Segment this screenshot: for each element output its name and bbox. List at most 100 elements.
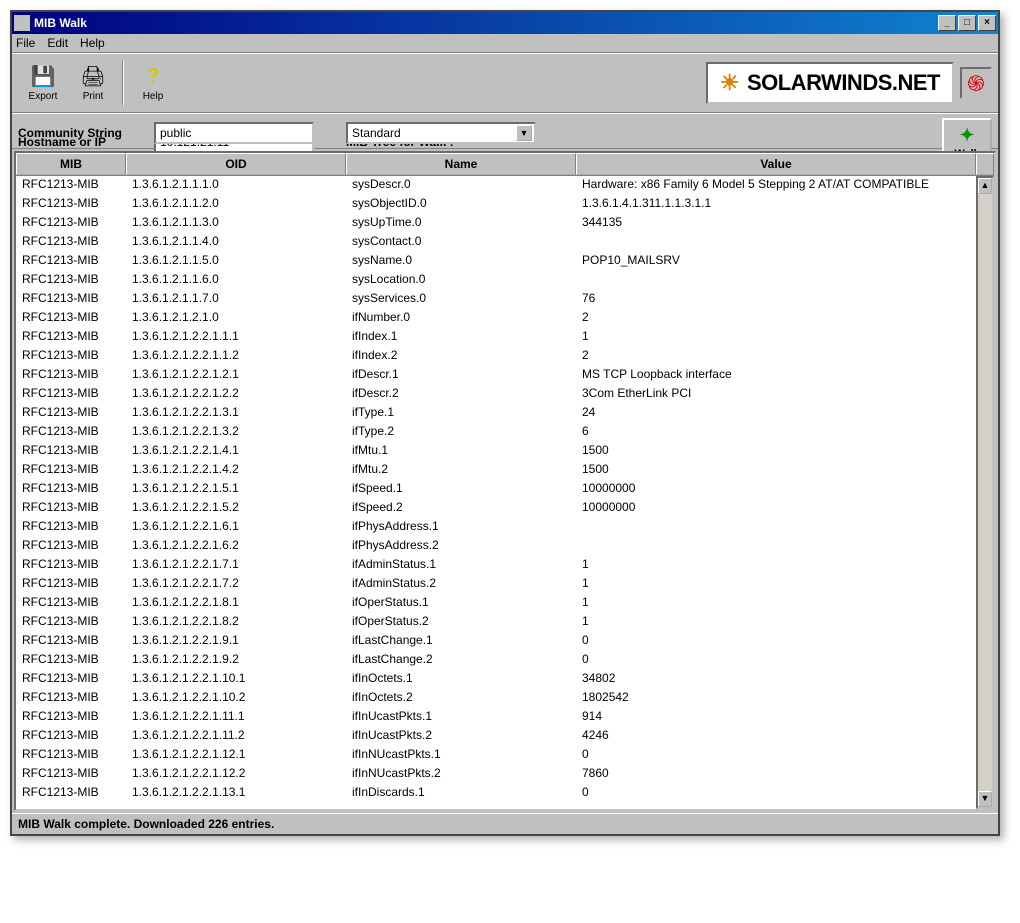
table-row[interactable]: RFC1213-MIB1.3.6.1.2.1.2.2.1.3.1ifType.1… bbox=[16, 404, 976, 423]
cell-value: 2 bbox=[576, 309, 976, 328]
table-row[interactable]: RFC1213-MIB1.3.6.1.2.1.2.2.1.13.1ifInDis… bbox=[16, 784, 976, 803]
table-row[interactable]: RFC1213-MIB1.3.6.1.2.1.2.2.1.12.1ifInNUc… bbox=[16, 746, 976, 765]
menu-edit[interactable]: Edit bbox=[47, 36, 68, 50]
table-row[interactable]: RFC1213-MIB1.3.6.1.2.1.2.2.1.3.2ifType.2… bbox=[16, 423, 976, 442]
table-row[interactable]: RFC1213-MIB1.3.6.1.2.1.1.4.0sysContact.0 bbox=[16, 233, 976, 252]
cell-mib: RFC1213-MIB bbox=[16, 575, 126, 594]
table-row[interactable]: RFC1213-MIB1.3.6.1.2.1.1.2.0sysObjectID.… bbox=[16, 195, 976, 214]
cell-mib: RFC1213-MIB bbox=[16, 290, 126, 309]
cell-oid: 1.3.6.1.2.1.1.4.0 bbox=[126, 233, 346, 252]
print-button[interactable]: 🖨 Print bbox=[68, 59, 118, 107]
export-button[interactable]: 💾 Export bbox=[18, 59, 68, 107]
table-row[interactable]: RFC1213-MIB1.3.6.1.2.1.2.2.1.8.1ifOperSt… bbox=[16, 594, 976, 613]
table-row[interactable]: RFC1213-MIB1.3.6.1.2.1.1.6.0sysLocation.… bbox=[16, 271, 976, 290]
table-row[interactable]: RFC1213-MIB1.3.6.1.2.1.2.2.1.10.2ifInOct… bbox=[16, 689, 976, 708]
help-button[interactable]: ? Help bbox=[128, 59, 178, 107]
cell-name: sysDescr.0 bbox=[346, 176, 576, 195]
cell-oid: 1.3.6.1.2.1.2.2.1.1.1 bbox=[126, 328, 346, 347]
scroll-up-icon[interactable]: ▲ bbox=[978, 178, 992, 194]
menu-help[interactable]: Help bbox=[80, 36, 105, 50]
help-icon: ? bbox=[141, 65, 165, 89]
cell-value bbox=[576, 537, 976, 556]
cell-name: sysName.0 bbox=[346, 252, 576, 271]
cell-oid: 1.3.6.1.2.1.2.2.1.12.2 bbox=[126, 765, 346, 784]
cell-value: 1.3.6.1.4.1.311.1.1.3.1.1 bbox=[576, 195, 976, 214]
cell-name: ifInUcastPkts.2 bbox=[346, 727, 576, 746]
cell-name: ifNumber.0 bbox=[346, 309, 576, 328]
brand-badge[interactable]: ֍ bbox=[960, 67, 992, 99]
table-row[interactable]: RFC1213-MIB1.3.6.1.2.1.2.2.1.1.2ifIndex.… bbox=[16, 347, 976, 366]
cell-oid: 1.3.6.1.2.1.2.2.1.2.2 bbox=[126, 385, 346, 404]
col-header-value[interactable]: Value bbox=[576, 153, 976, 175]
table-row[interactable]: RFC1213-MIB1.3.6.1.2.1.1.3.0sysUpTime.03… bbox=[16, 214, 976, 233]
cell-oid: 1.3.6.1.2.1.2.2.1.8.1 bbox=[126, 594, 346, 613]
table-row[interactable]: RFC1213-MIB1.3.6.1.2.1.2.2.1.10.1ifInOct… bbox=[16, 670, 976, 689]
table-row[interactable]: RFC1213-MIB1.3.6.1.2.1.1.1.0sysDescr.0Ha… bbox=[16, 176, 976, 195]
cell-value: 1 bbox=[576, 594, 976, 613]
cell-mib: RFC1213-MIB bbox=[16, 784, 126, 803]
cell-value: 344135 bbox=[576, 214, 976, 233]
mibtree-combo[interactable]: Standard ▼ bbox=[346, 122, 536, 144]
scroll-down-icon[interactable]: ▼ bbox=[978, 791, 992, 807]
cell-name: ifType.1 bbox=[346, 404, 576, 423]
cell-value: 1 bbox=[576, 328, 976, 347]
cell-mib: RFC1213-MIB bbox=[16, 271, 126, 290]
cell-value: 76 bbox=[576, 290, 976, 309]
table-row[interactable]: RFC1213-MIB1.3.6.1.2.1.2.2.1.6.1ifPhysAd… bbox=[16, 518, 976, 537]
table-row[interactable]: RFC1213-MIB1.3.6.1.2.1.2.2.1.7.2ifAdminS… bbox=[16, 575, 976, 594]
cell-mib: RFC1213-MIB bbox=[16, 423, 126, 442]
cell-oid: 1.3.6.1.2.1.1.3.0 bbox=[126, 214, 346, 233]
col-header-mib[interactable]: MIB bbox=[16, 153, 126, 175]
cell-name: sysLocation.0 bbox=[346, 271, 576, 290]
table-row[interactable]: RFC1213-MIB1.3.6.1.2.1.2.2.1.11.2ifInUca… bbox=[16, 727, 976, 746]
col-header-oid[interactable]: OID bbox=[126, 153, 346, 175]
cell-mib: RFC1213-MIB bbox=[16, 689, 126, 708]
close-button[interactable]: × bbox=[978, 15, 996, 31]
cell-mib: RFC1213-MIB bbox=[16, 613, 126, 632]
table-row[interactable]: RFC1213-MIB1.3.6.1.2.1.2.2.1.11.1ifInUca… bbox=[16, 708, 976, 727]
brand-logo[interactable]: ☀ SOLARWINDS.NET bbox=[706, 62, 954, 104]
cell-name: ifDescr.1 bbox=[346, 366, 576, 385]
grid-container: MIB OID Name Value RFC1213-MIB1.3.6.1.2.… bbox=[12, 148, 998, 813]
table-row[interactable]: RFC1213-MIB1.3.6.1.2.1.2.2.1.8.2ifOperSt… bbox=[16, 613, 976, 632]
vertical-scrollbar[interactable]: ▲ ▼ bbox=[976, 176, 994, 809]
brand-text: SOLARWINDS.NET bbox=[747, 70, 940, 96]
table-row[interactable]: RFC1213-MIB1.3.6.1.2.1.2.2.1.5.2ifSpeed.… bbox=[16, 499, 976, 518]
cell-mib: RFC1213-MIB bbox=[16, 537, 126, 556]
cell-value bbox=[576, 271, 976, 290]
maximize-button[interactable]: □ bbox=[958, 15, 976, 31]
table-row[interactable]: RFC1213-MIB1.3.6.1.2.1.2.2.1.9.2ifLastCh… bbox=[16, 651, 976, 670]
table-row[interactable]: RFC1213-MIB1.3.6.1.2.1.2.2.1.6.2ifPhysAd… bbox=[16, 537, 976, 556]
table-row[interactable]: RFC1213-MIB1.3.6.1.2.1.2.2.1.12.2ifInNUc… bbox=[16, 765, 976, 784]
col-header-name[interactable]: Name bbox=[346, 153, 576, 175]
table-row[interactable]: RFC1213-MIB1.3.6.1.2.1.2.2.1.7.1ifAdminS… bbox=[16, 556, 976, 575]
table-row[interactable]: RFC1213-MIB1.3.6.1.2.1.2.2.1.5.1ifSpeed.… bbox=[16, 480, 976, 499]
cell-name: ifLastChange.2 bbox=[346, 651, 576, 670]
menu-file[interactable]: File bbox=[16, 36, 35, 50]
table-row[interactable]: RFC1213-MIB1.3.6.1.2.1.1.7.0sysServices.… bbox=[16, 290, 976, 309]
table-row[interactable]: RFC1213-MIB1.3.6.1.2.1.2.2.1.1.1ifIndex.… bbox=[16, 328, 976, 347]
toolbar: 💾 Export 🖨 Print ? Help ☀ SOLARWINDS.NET… bbox=[12, 53, 998, 113]
cell-oid: 1.3.6.1.2.1.2.2.1.11.1 bbox=[126, 708, 346, 727]
cell-oid: 1.3.6.1.2.1.2.2.1.9.1 bbox=[126, 632, 346, 651]
table-row[interactable]: RFC1213-MIB1.3.6.1.2.1.2.2.1.4.2ifMtu.21… bbox=[16, 461, 976, 480]
table-row[interactable]: RFC1213-MIB1.3.6.1.2.1.2.2.1.2.1ifDescr.… bbox=[16, 366, 976, 385]
minimize-button[interactable]: _ bbox=[938, 15, 956, 31]
cell-value: 0 bbox=[576, 632, 976, 651]
table-row[interactable]: RFC1213-MIB1.3.6.1.2.1.1.5.0sysName.0POP… bbox=[16, 252, 976, 271]
cell-value bbox=[576, 233, 976, 252]
cell-oid: 1.3.6.1.2.1.2.2.1.6.2 bbox=[126, 537, 346, 556]
table-row[interactable]: RFC1213-MIB1.3.6.1.2.1.2.2.1.2.2ifDescr.… bbox=[16, 385, 976, 404]
table-row[interactable]: RFC1213-MIB1.3.6.1.2.1.2.1.0ifNumber.02 bbox=[16, 309, 976, 328]
cell-name: ifIndex.2 bbox=[346, 347, 576, 366]
table-row[interactable]: RFC1213-MIB1.3.6.1.2.1.2.2.1.4.1ifMtu.11… bbox=[16, 442, 976, 461]
table-row[interactable]: RFC1213-MIB1.3.6.1.2.1.2.2.1.9.1ifLastCh… bbox=[16, 632, 976, 651]
cell-oid: 1.3.6.1.2.1.1.6.0 bbox=[126, 271, 346, 290]
cell-oid: 1.3.6.1.2.1.1.7.0 bbox=[126, 290, 346, 309]
cell-value: 10000000 bbox=[576, 480, 976, 499]
cell-value bbox=[576, 518, 976, 537]
app-icon bbox=[14, 15, 30, 31]
cell-value: 2 bbox=[576, 347, 976, 366]
scroll-track[interactable] bbox=[978, 194, 992, 791]
community-input[interactable] bbox=[154, 122, 314, 144]
